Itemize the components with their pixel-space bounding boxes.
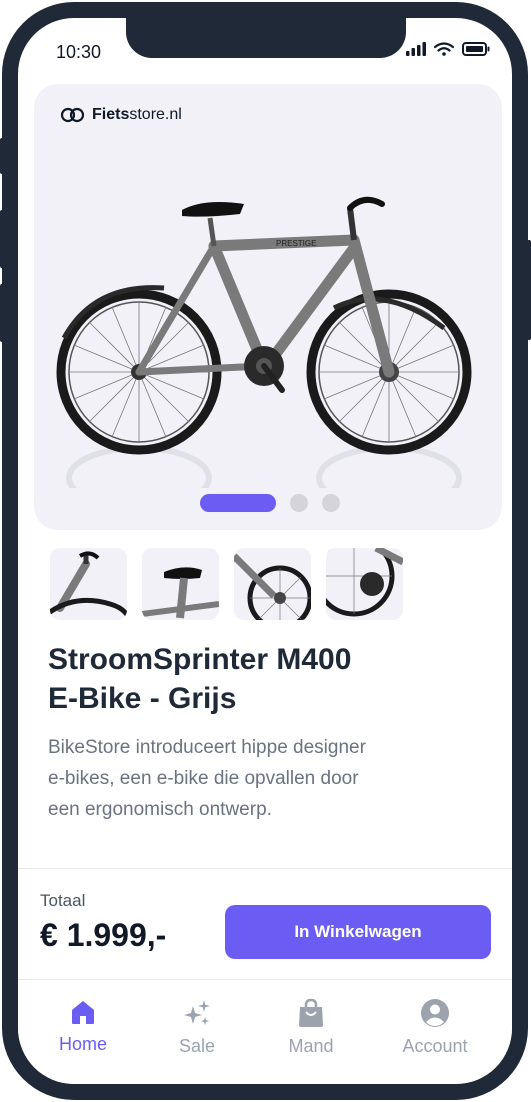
add-to-cart-button[interactable]: In Winkelwagen: [225, 905, 491, 959]
frame-brand-text: PRESTIGE: [276, 239, 316, 248]
product-image-carousel[interactable]: Fietsstore.nl PRESTIGE: [34, 84, 502, 530]
shopping-bag-icon: [299, 998, 323, 1027]
product-title-line: E-Bike - Grijs: [48, 682, 237, 715]
signal-icon: [406, 42, 426, 56]
thumbnail-front-wheel[interactable]: [234, 548, 311, 620]
carousel-dot[interactable]: [290, 494, 308, 512]
carousel-dot-active[interactable]: [200, 494, 276, 512]
sparkles-icon: [184, 1000, 210, 1025]
thumbnail-strip: [50, 548, 403, 620]
saddle-thumbnail-image: [142, 567, 219, 619]
volume-up-button: [0, 210, 4, 268]
nav-item-mand[interactable]: Mand: [256, 998, 366, 1057]
description-line: een ergonomisch ontwerp.: [48, 799, 272, 820]
description-line: BikeStore introduceert hippe designer: [48, 737, 366, 758]
total-price: € 1.999,-: [40, 917, 167, 953]
carousel-dots: [200, 494, 340, 512]
brand-name-bold: Fiets: [92, 106, 130, 123]
checkout-bar: Totaal € 1.999,- In Winkelwagen: [18, 868, 512, 980]
brand-name-rest: store.nl: [129, 106, 182, 123]
product-description: BikeStore introduceert hippe designer e-…: [48, 732, 468, 825]
total-label: Totaal: [40, 891, 86, 910]
home-icon: [72, 1001, 94, 1024]
power-button: [527, 240, 531, 340]
status-icons: [406, 42, 490, 56]
thumbnail-handlebar[interactable]: [50, 548, 127, 620]
nav-label-sale: Sale: [178, 1036, 216, 1056]
description-line: e-bikes, een e-bike die opvallen door: [48, 768, 359, 789]
bottom-navigation: Home Sale Mand Account: [18, 980, 512, 1084]
user-circle-icon: [421, 999, 449, 1027]
product-title-line: StroomSprinter M400: [48, 643, 352, 676]
phone-frame: 10:30 Fietsstore.nl PRESTIGE StroomSprin…: [2, 2, 528, 1100]
bike-image: PRESTIGE: [56, 196, 472, 488]
rear-wheel-thumbnail-image: [326, 548, 403, 617]
carousel-dot[interactable]: [322, 494, 340, 512]
notch: [126, 18, 406, 58]
nav-label-mand: Mand: [288, 1036, 334, 1056]
brand-logo: Fietsstore.nl: [60, 106, 182, 124]
volume-down-button: [0, 284, 4, 342]
thumbnail-rear-wheel[interactable]: [326, 548, 403, 620]
status-time: 10:30: [56, 42, 102, 62]
product-title: StroomSprinter M400 E-Bike - Grijs: [48, 640, 488, 718]
wifi-icon: [434, 42, 454, 56]
front-wheel-thumbnail-image: [234, 553, 311, 620]
battery-icon: [462, 42, 490, 56]
handlebar-thumbnail-image: [50, 551, 127, 620]
nav-label-home: Home: [58, 1034, 107, 1054]
nav-item-sale[interactable]: Sale: [142, 998, 252, 1057]
brand-rings-icon: [60, 107, 85, 123]
thumbnail-saddle[interactable]: [142, 548, 219, 620]
nav-item-home[interactable]: Home: [28, 998, 138, 1055]
phone-screen: 10:30 Fietsstore.nl PRESTIGE StroomSprin…: [18, 18, 512, 1084]
mute-switch: [0, 138, 4, 174]
nav-label-account: Account: [402, 1036, 468, 1056]
nav-item-account[interactable]: Account: [380, 998, 490, 1057]
